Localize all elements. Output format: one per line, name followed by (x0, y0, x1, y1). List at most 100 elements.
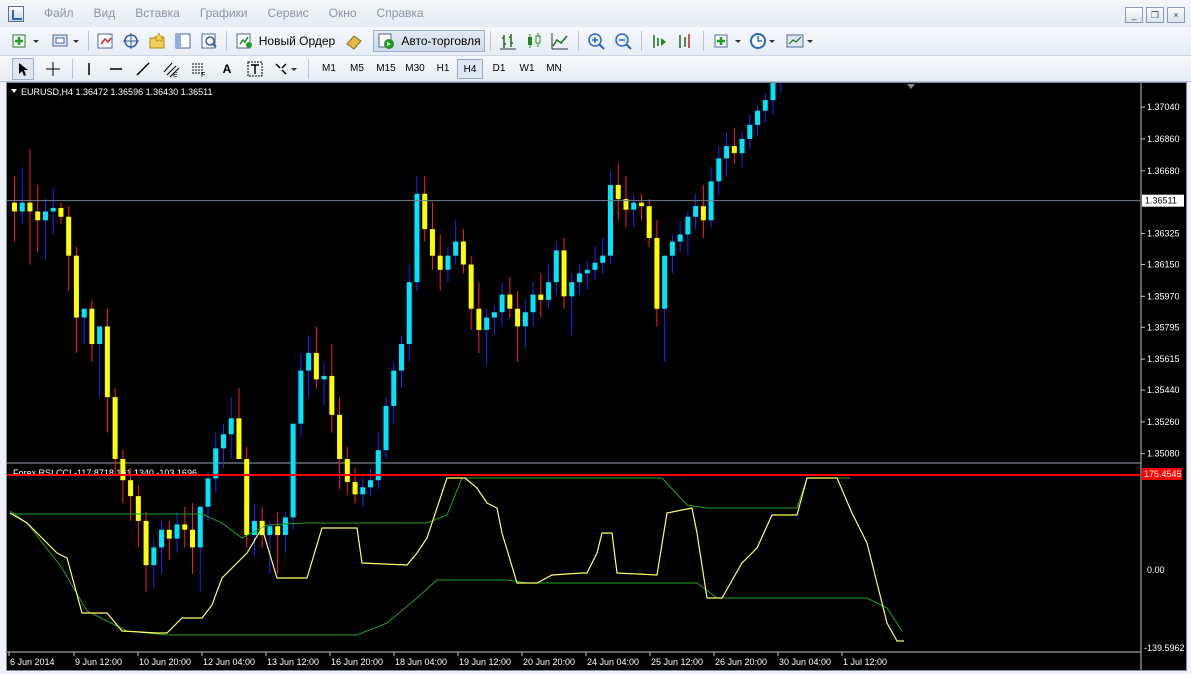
candle-body (97, 326, 103, 345)
candlestick-chart-button[interactable] (523, 30, 545, 52)
menu-view[interactable]: Вид (84, 0, 126, 27)
terminal-button[interactable] (172, 30, 194, 52)
line-chart-button[interactable] (549, 30, 571, 52)
candle-body (12, 202, 17, 212)
candle-body (499, 294, 505, 313)
zoom-in-button[interactable] (585, 30, 607, 52)
chart-menu-arrow-icon[interactable] (11, 89, 17, 93)
candle-body (561, 250, 567, 297)
candles (12, 83, 782, 592)
equidistant-channel-tool[interactable]: E (160, 58, 182, 80)
zoom-out-button[interactable] (612, 30, 634, 52)
date-label: 18 Jun 04:00 (395, 657, 447, 667)
text-label-tool[interactable] (244, 58, 266, 80)
auto-scroll-button[interactable] (648, 30, 670, 52)
templates-button[interactable] (784, 30, 816, 52)
candle-body (693, 206, 699, 217)
menu-bar: Файл Вид Вставка Графики Сервис Окно Спр… (0, 0, 1191, 27)
menu-help[interactable]: Справка (367, 0, 434, 27)
navigator-button[interactable] (146, 30, 168, 52)
candle-body (669, 241, 675, 256)
price-label: 1.36511 (1145, 196, 1177, 206)
price-label: 1.36325 (1147, 229, 1180, 239)
indicators-button[interactable] (710, 30, 746, 52)
timeframe-m30[interactable]: M30 (401, 59, 429, 79)
vertical-line-icon (88, 63, 90, 75)
timeframe-m5[interactable]: M5 (344, 59, 370, 79)
timeframe-h1[interactable]: H1 (430, 59, 456, 79)
app-icon (8, 5, 24, 22)
candle-body (685, 216, 691, 235)
data-window-button[interactable] (120, 30, 142, 52)
market-watch-button[interactable] (94, 30, 116, 52)
cursor-tool[interactable] (12, 58, 34, 80)
crosshair-icon (46, 62, 60, 76)
candle-body (507, 294, 513, 309)
bar-chart-button[interactable] (497, 30, 519, 52)
date-label: 30 Jun 04:00 (779, 657, 831, 667)
restore-button[interactable]: ❐ (1146, 7, 1164, 23)
crosshair-tool[interactable] (42, 58, 64, 80)
menu-tools[interactable]: Сервис (258, 0, 319, 27)
star-folder-icon (149, 32, 165, 49)
timeframe-h4[interactable]: H4 (457, 59, 483, 79)
timeframe-d1[interactable]: D1 (486, 59, 512, 79)
candle-body (484, 317, 490, 330)
autotrading-icon (378, 33, 395, 49)
date-label: 1 Jul 12:00 (843, 657, 887, 667)
menu-window[interactable]: Окно (319, 0, 367, 27)
candle-body (569, 282, 575, 297)
autotrading-button[interactable]: Авто-торговля (373, 30, 485, 52)
candle-body (244, 459, 250, 536)
candle-body (321, 375, 327, 380)
mdi-window-controls: _ ❐ × (1125, 7, 1185, 23)
menu-insert[interactable]: Вставка (125, 0, 190, 27)
candle-body (631, 202, 637, 210)
candle-body (600, 255, 606, 263)
vertical-line-tool[interactable] (78, 58, 100, 80)
terminal-icon (175, 33, 191, 49)
menu-charts[interactable]: Графики (190, 0, 258, 27)
trendline-tool[interactable] (132, 58, 154, 80)
chart-canvas[interactable]: EURUSD,H4 1.36472 1.36596 1.36430 1.3651… (7, 83, 1187, 671)
chart-shift-marker-icon[interactable] (907, 84, 915, 89)
candle-body (638, 202, 644, 207)
bar-chart-icon (500, 34, 516, 50)
candle-body (58, 207, 64, 217)
menu-file[interactable]: Файл (34, 0, 84, 27)
minimize-button[interactable]: _ (1125, 7, 1143, 23)
timeframe-mn[interactable]: MN (541, 59, 567, 79)
candle-body (329, 375, 335, 415)
candle-body (538, 294, 544, 300)
candle-body (770, 83, 776, 101)
candle-body (468, 264, 474, 309)
candle-body (267, 526, 273, 536)
chart-window[interactable]: EURUSD,H4 1.36472 1.36596 1.36430 1.3651… (6, 82, 1187, 671)
candle-body (337, 414, 343, 459)
candle-body (406, 282, 412, 345)
chart-shift-button[interactable] (674, 30, 696, 52)
timeframe-w1[interactable]: W1 (514, 59, 540, 79)
horizontal-line-icon (110, 68, 122, 70)
new-chart-button[interactable] (8, 30, 44, 52)
text-tool[interactable]: A (216, 58, 238, 80)
fibonacci-tool[interactable]: F (188, 58, 210, 80)
candle-body (515, 308, 521, 327)
horizontal-line-tool[interactable] (105, 58, 127, 80)
arrows-tool[interactable] (272, 58, 302, 80)
candle-body (306, 352, 312, 371)
date-label: 12 Jun 04:00 (203, 657, 255, 667)
strategy-tester-button[interactable] (198, 30, 220, 52)
new-order-button[interactable]: Новый Ордер (232, 30, 368, 52)
candle-body (646, 206, 652, 238)
periods-button[interactable] (748, 30, 778, 52)
profiles-button[interactable] (48, 30, 84, 52)
candle-body (112, 397, 118, 459)
timeframe-m15[interactable]: M15 (372, 59, 400, 79)
price-axis: 1.37040 1.36860 1.36680 1.36511 1.36325 1.361… (1141, 102, 1184, 459)
zoom-out-icon (615, 33, 632, 50)
close-button[interactable]: × (1167, 7, 1185, 23)
trendline-icon (136, 62, 150, 76)
channel-icon: E (163, 62, 180, 78)
timeframe-m1[interactable]: M1 (316, 59, 342, 79)
